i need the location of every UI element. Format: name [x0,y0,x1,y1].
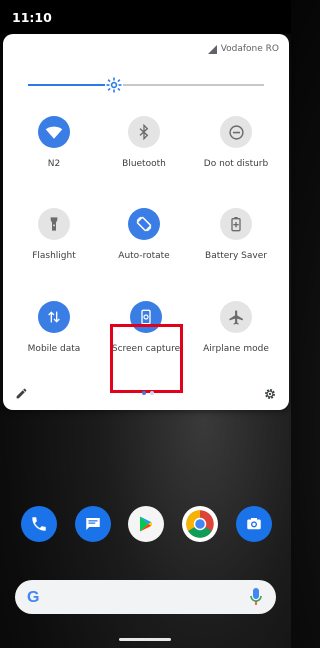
tile-wifi[interactable]: N2 [9,116,99,196]
brightness-track-filled [28,84,114,86]
tile-bluetooth[interactable]: Bluetooth [99,116,189,196]
brightness-slider[interactable] [28,76,264,94]
screen-capture-highlight [110,324,183,393]
mobile-data-icon [38,301,70,333]
edit-icon[interactable] [15,387,28,405]
page-indicator [142,391,154,395]
auto-rotate-icon [128,208,160,240]
tile-label: Battery Saver [205,251,267,261]
mic-icon[interactable] [250,588,262,611]
status-time: 11:10 [12,10,52,25]
chrome-icon[interactable] [182,506,218,542]
carrier-name: Vodafone RO [220,44,279,54]
quick-settings-panel: Vodafone RO N2 Bluetooth Do not disturb … [3,34,289,410]
tile-mobile-data[interactable]: Mobile data [9,301,99,381]
brightness-icon [106,77,122,93]
carrier-row: Vodafone RO [207,44,279,54]
tile-auto-rotate[interactable]: Auto-rotate [99,208,189,288]
app-dock [0,506,291,552]
bluetooth-icon [128,116,160,148]
brightness-thumb[interactable] [105,76,123,94]
tile-label: Mobile data [27,344,81,354]
flashlight-icon [38,208,70,240]
tile-label: Flashlight [32,251,76,261]
battery-saver-icon [220,208,252,240]
camera-icon[interactable] [236,506,272,542]
tile-label: Do not disturb [203,159,269,169]
search-bar[interactable]: G [15,580,276,614]
brightness-track-empty [114,84,264,86]
tile-label: Auto-rotate [118,251,170,261]
airplane-icon [220,301,252,333]
tile-airplane-mode[interactable]: Airplane mode [191,301,281,381]
page-dot [150,391,154,395]
tile-flashlight[interactable]: Flashlight [9,208,99,288]
messages-icon[interactable] [75,506,111,542]
phone-icon[interactable] [21,506,57,542]
google-g-icon: G [27,589,40,606]
do-not-disturb-icon [220,116,252,148]
tile-label: Bluetooth [122,159,166,169]
status-bar: 11:10 [0,0,291,34]
tile-label: N2 [47,159,61,169]
tile-label: Airplane mode [203,344,269,354]
signal-icon [207,44,217,54]
tile-battery-saver[interactable]: Battery Saver [191,208,281,288]
play-store-icon[interactable] [128,506,164,542]
wifi-icon [38,116,70,148]
home-indicator[interactable] [119,638,171,641]
tile-do-not-disturb[interactable]: Do not disturb [191,116,281,196]
settings-icon[interactable] [263,387,277,406]
page-dot-active [142,391,146,395]
